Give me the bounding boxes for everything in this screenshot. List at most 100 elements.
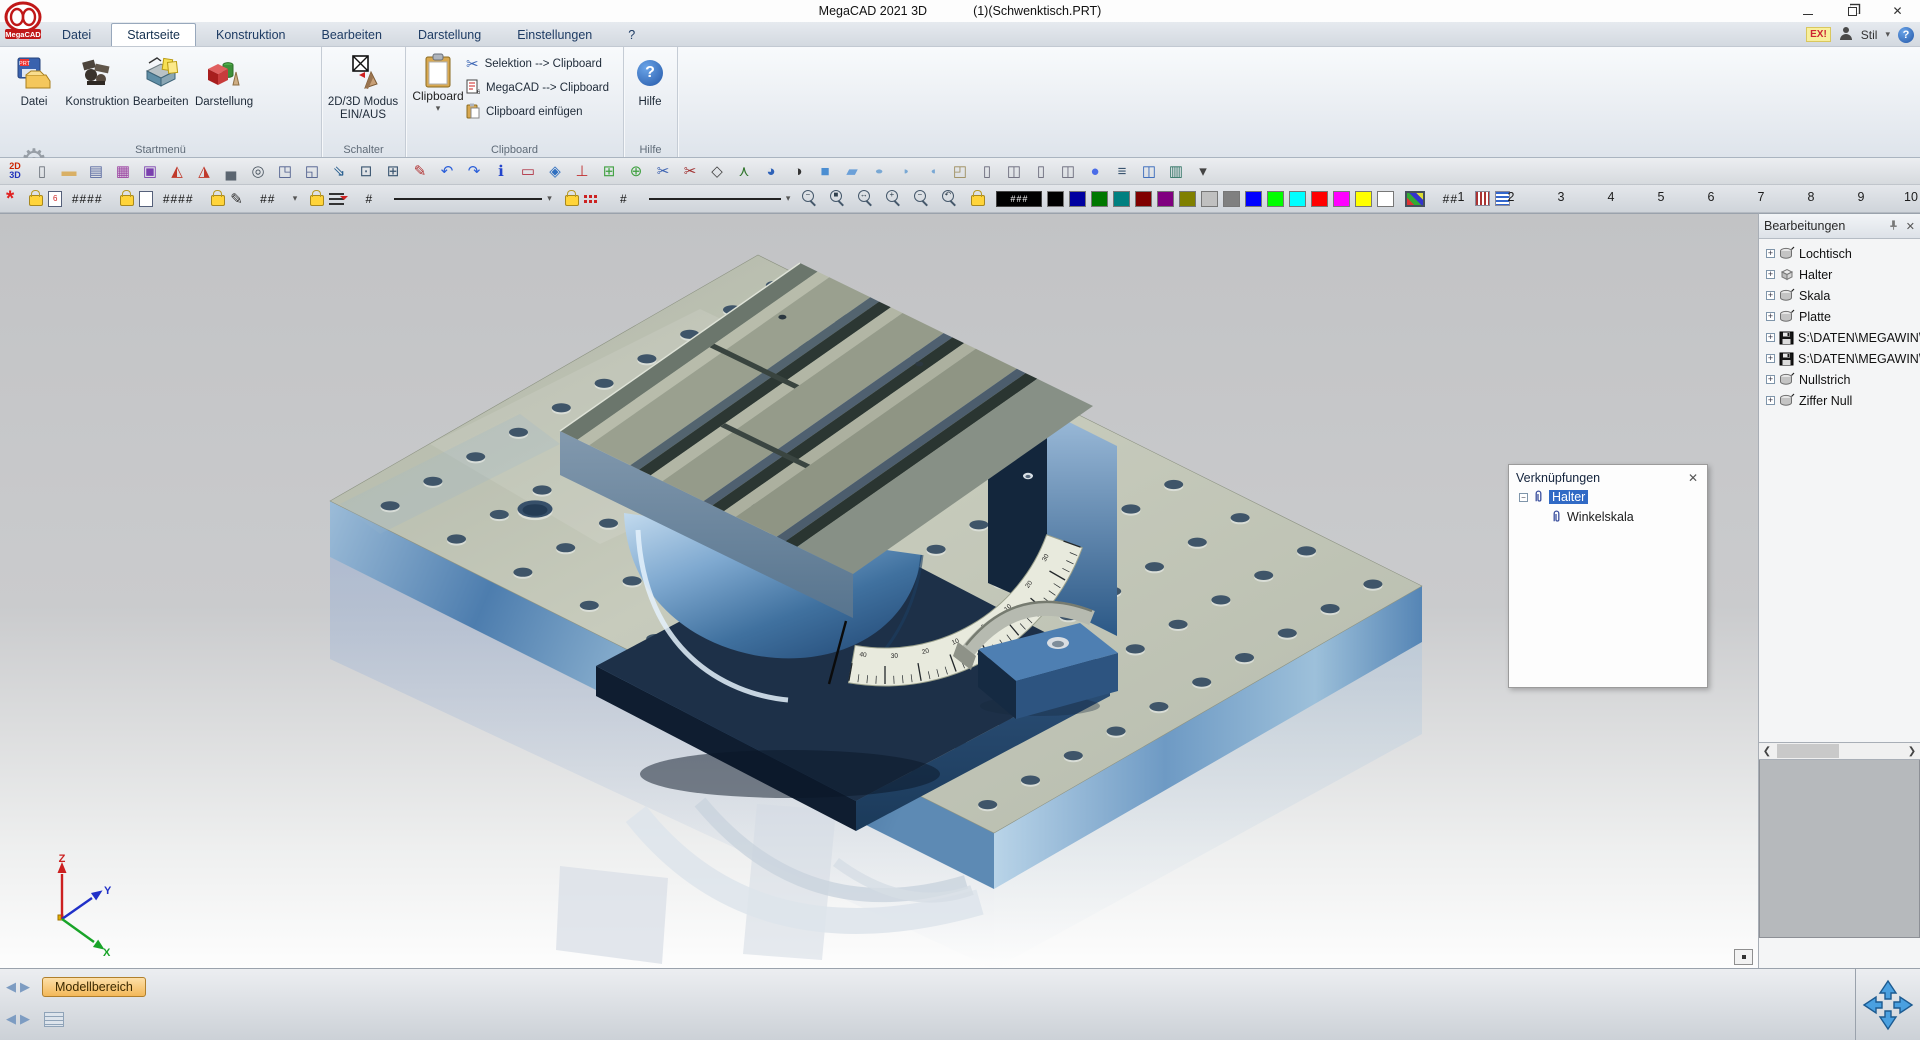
modellbereich-tab[interactable]: Modellbereich [42,977,146,997]
clipboard-dropdown-icon[interactable]: ▾ [436,103,441,114]
solid-cube-icon[interactable]: ■ [813,160,837,182]
color-swatch-5[interactable] [1135,191,1152,207]
expand-icon[interactable]: + [1766,396,1775,405]
link-item-winkelskala[interactable]: Winkelskala [1509,507,1707,527]
color-swatch-8[interactable] [1201,191,1218,207]
stil-dropdown-icon[interactable]: ▾ [1885,29,1890,40]
color-swatch-11[interactable] [1267,191,1284,207]
pen-lock-icon[interactable] [211,195,225,206]
delete-redraw-icon[interactable]: ✎ [408,160,432,182]
zoom-previous-icon[interactable]: ↶ [941,190,958,207]
render-bw-icon[interactable]: ◑ [786,160,810,182]
load-part-icon[interactable]: ◭ [165,160,189,182]
minimize-button[interactable] [1785,0,1830,22]
sheet-next-icon[interactable]: ◳ [273,160,297,182]
user-icon[interactable] [1839,26,1853,44]
ex-badge[interactable]: EX! [1806,27,1831,42]
pen-icon[interactable]: ✎ [230,190,243,208]
color-swatch-13[interactable] [1311,191,1328,207]
ruler-number-4[interactable]: 4 [1586,190,1636,204]
ribbon-datei-button[interactable]: PRT Datei [4,49,64,137]
megacad-clipboard-item[interactable]: 6 MegaCAD --> Clipboard [466,79,609,97]
layer-value-field[interactable]: #### [67,192,107,206]
group-lock-icon[interactable] [120,195,134,206]
sheet-next-icon[interactable]: ▶ [20,1011,30,1027]
ruler-number-7[interactable]: 7 [1736,190,1786,204]
color-settings-icon[interactable] [1405,191,1425,207]
expand-icon[interactable]: + [1766,270,1775,279]
move-cs-icon[interactable]: ◇ [705,160,729,182]
tree-item-s-daten-megawin-[interactable]: +S:\DATEN\MEGAWIN\ [1759,348,1920,369]
zoom-window-icon[interactable]: ■ [829,190,846,207]
coordinate-system-icon[interactable]: ⊥ [570,160,594,182]
linetype-icon[interactable] [329,193,344,205]
tree-item-platte[interactable]: +Platte [1759,306,1920,327]
link-item-halter[interactable]: −Halter [1509,487,1707,507]
group-select-icon[interactable] [139,191,153,207]
collapse-icon[interactable]: − [1519,493,1528,502]
linetype-preview[interactable] [394,198,542,200]
wire-cylinder-2-icon[interactable]: ◫ [1002,160,1026,182]
screen-2-icon[interactable]: ⊞ [381,160,405,182]
ruler-number-3[interactable]: 3 [1536,190,1586,204]
opengl-icon[interactable]: ● [1083,160,1107,182]
pen-dropdown-icon[interactable]: ▾ [293,193,298,204]
wire-cylinder-1-icon[interactable]: ▯ [975,160,999,182]
shaded-view-3-icon[interactable]: ◖ [921,164,945,178]
scroll-left-icon[interactable]: ❮ [1759,746,1775,757]
zoom-all-icon[interactable]: ↔ [857,190,874,207]
expand-icon[interactable]: + [1766,249,1775,258]
zoom-extend-icon[interactable]: ⊕ [624,160,648,182]
mode-2d3d-icon[interactable]: 2D3D [3,160,27,182]
ribbon-hilfe-button[interactable]: ? Hilfe [628,49,672,137]
menu-tab-[interactable]: ? [612,23,651,46]
expand-icon[interactable]: + [1766,312,1775,321]
linewidth-lock-icon[interactable] [565,195,579,206]
zoom-window-icon[interactable]: ⊞ [597,160,621,182]
pen-value-field[interactable]: ## [248,192,288,206]
open-drawing-icon[interactable]: ▬ [57,160,81,182]
expand-icon[interactable]: + [1766,354,1775,363]
render-globe-icon[interactable]: ◕ [759,160,783,182]
cut-1-icon[interactable]: ✂ [651,160,675,182]
tree-item-nullstrich[interactable]: +Nullstrich [1759,369,1920,390]
cut-2-icon[interactable]: ✂ [678,160,702,182]
menu-tab-bearbeiten[interactable]: Bearbeiten [305,23,397,46]
color-swatch-9[interactable] [1223,191,1240,207]
save-part-icon[interactable]: ▣ [138,160,162,182]
linewidth-icon[interactable] [584,194,599,204]
scrollbar-thumb[interactable] [1777,744,1839,758]
print-icon[interactable]: ▄ [219,160,243,182]
ribbon-konstruktion-button[interactable]: Konstruktion [67,49,127,137]
clipboard-big-button[interactable]: Clipboard ▾ [410,49,466,121]
color-swatch-4[interactable] [1113,191,1130,207]
group-value-field[interactable]: #### [158,192,198,206]
axis-icon[interactable]: ⋏ [732,160,756,182]
view-manager-icon[interactable]: ◈ [543,160,567,182]
shaded-view-2-icon[interactable]: ◗ [894,164,918,178]
menu-tab-darstellung[interactable]: Darstellung [402,23,497,46]
ribbon-bearbeiten-button[interactable]: Bearbeiten [131,49,191,137]
tree-item-skala[interactable]: +Skala [1759,285,1920,306]
color-swatch-10[interactable] [1245,191,1262,207]
shaded-view-1-icon[interactable]: ● [867,164,891,178]
ruler-number-9[interactable]: 9 [1836,190,1886,204]
menu-tab-datei[interactable]: Datei [46,23,107,46]
tree-item-s-daten-megawin-[interactable]: +S:\DATEN\MEGAWIN\ [1759,327,1920,348]
expand-icon[interactable]: + [1766,291,1775,300]
color-table-icon[interactable]: ▦ [111,160,135,182]
info-pin-icon[interactable]: ℹ [489,160,513,182]
model-next-icon[interactable]: ▶ [20,979,30,995]
tree-item-ziffer-null[interactable]: +Ziffer Null [1759,390,1920,411]
menu-tab-einstellungen[interactable]: Einstellungen [501,23,608,46]
color-swatch-3[interactable] [1091,191,1108,207]
stil-selector[interactable]: Stil [1861,28,1878,42]
selektion-clipboard-item[interactable]: ✂ Selektion --> Clipboard [466,55,609,73]
tree-item-lochtisch[interactable]: +Lochtisch [1759,243,1920,264]
expand-icon[interactable]: + [1766,333,1775,342]
model-viewport[interactable]: 403020100102030ZYX Verknüpfungen ✕ −Halt… [0,213,1758,968]
structure-tree-icon[interactable]: ≡ [1110,160,1134,182]
color-swatch-7[interactable] [1179,191,1196,207]
zoom-reduce-icon[interactable]: − [913,190,930,207]
plot-icon[interactable]: ▭ [516,160,540,182]
